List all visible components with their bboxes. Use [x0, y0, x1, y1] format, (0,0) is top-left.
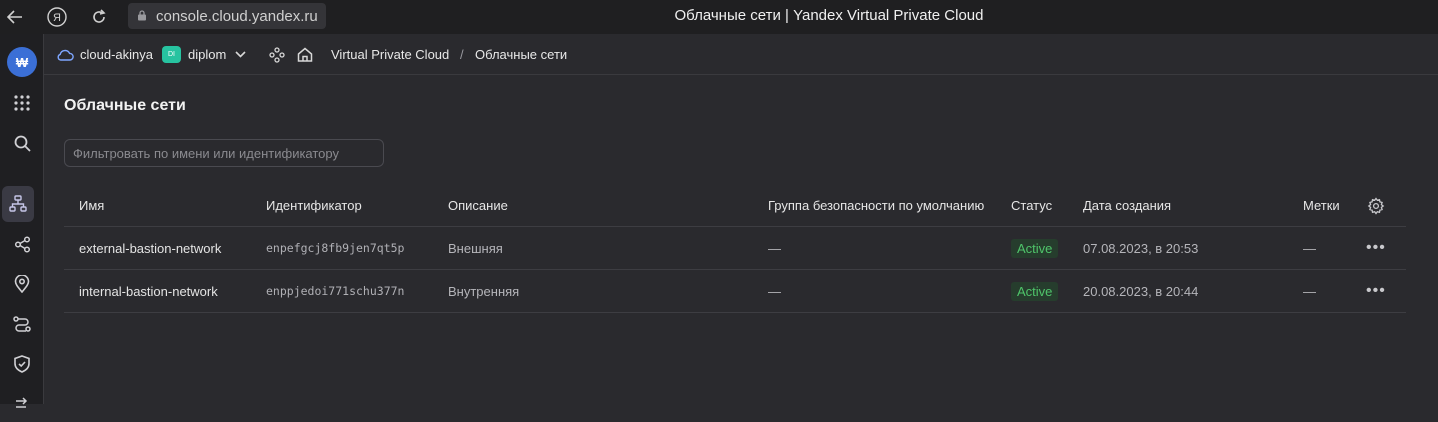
header-bar: cloud-akinya DI diplom Virtual Private C… — [44, 34, 1438, 75]
route-icon[interactable] — [0, 306, 44, 342]
window-title-text: Облачные сети | Yandex Virtual Private C… — [674, 7, 984, 24]
column-header-created[interactable]: Дата создания — [1083, 185, 1171, 226]
logo-icon: ₩ — [7, 47, 37, 77]
cloud-name: cloud-akinya — [80, 47, 153, 62]
sidebar: ₩ — [0, 34, 44, 408]
row-actions-icon[interactable]: ••• — [1366, 227, 1386, 269]
status-badge: Active — [1011, 238, 1059, 258]
filter-input[interactable] — [64, 139, 384, 167]
status-cell: Active — [1011, 270, 1059, 312]
network-security-group: — — [768, 283, 781, 299]
network-id: enpefgcj8fb9jen7qt5p — [266, 241, 405, 255]
network-created: 07.08.2023, в 20:53 — [1083, 240, 1199, 256]
network-labels: — — [1303, 283, 1316, 299]
table-row[interactable]: internal-bastion-network enppjedoi771sch… — [64, 270, 1406, 313]
sidebar-more-icon[interactable] — [0, 386, 44, 422]
status-cell: Active — [1011, 227, 1059, 269]
folder-name: diplom — [188, 47, 227, 62]
network-created: 20.08.2023, в 20:44 — [1083, 283, 1199, 299]
location-icon[interactable] — [0, 266, 44, 302]
table-header: Имя Идентификатор Описание Группа безопа… — [64, 185, 1406, 227]
network-name[interactable]: internal-bastion-network — [79, 270, 218, 312]
column-header-id[interactable]: Идентификатор — [266, 185, 362, 226]
logo-button[interactable]: ₩ — [0, 44, 44, 80]
cloud-selector[interactable]: cloud-akinya — [56, 34, 153, 75]
chevron-down-icon — [235, 51, 246, 58]
grid-icon[interactable] — [0, 85, 44, 121]
table-row[interactable]: external-bastion-network enpefgcj8fb9jen… — [64, 227, 1406, 270]
network-id: enppjedoi771schu377n — [266, 284, 405, 298]
network-icon[interactable] — [2, 186, 34, 222]
column-header-labels[interactable]: Метки — [1303, 185, 1340, 226]
network-name[interactable]: external-bastion-network — [79, 227, 221, 269]
window-title: Облачные сети | Yandex Virtual Private C… — [0, 7, 1438, 24]
column-header-name[interactable]: Имя — [79, 185, 104, 226]
breadcrumb-separator: / — [460, 47, 464, 62]
status-badge: Active — [1011, 281, 1059, 301]
row-actions-icon[interactable]: ••• — [1366, 270, 1386, 312]
networks-table: Имя Идентификатор Описание Группа безопа… — [64, 185, 1406, 313]
network-security-group: — — [768, 240, 781, 256]
home-icon[interactable] — [297, 34, 313, 75]
breadcrumb-current: Облачные сети — [475, 47, 568, 62]
network-labels: — — [1303, 240, 1316, 256]
column-header-security-group[interactable]: Группа безопасности по умолчанию — [768, 185, 984, 226]
folder-badge: DI — [162, 46, 181, 63]
network-description: Внутренняя — [448, 283, 520, 299]
main-content: Облачные сети Имя Идентификатор Описание… — [44, 75, 1438, 404]
column-header-description[interactable]: Описание — [448, 185, 508, 226]
breadcrumb-service[interactable]: Virtual Private Cloud — [331, 34, 449, 75]
gear-icon[interactable] — [1367, 185, 1385, 226]
browser-bar: Я console.cloud.yandex.ru Облачные сети … — [0, 0, 1438, 34]
network-description: Внешняя — [448, 240, 503, 256]
share-icon[interactable] — [0, 226, 44, 262]
column-header-status[interactable]: Статус — [1011, 185, 1052, 226]
shield-icon[interactable] — [0, 346, 44, 382]
page-title: Облачные сети — [64, 97, 186, 114]
folder-selector[interactable]: DI diplom — [162, 34, 246, 75]
search-icon[interactable] — [0, 125, 44, 161]
services-icon[interactable] — [269, 34, 285, 75]
cloud-icon — [57, 49, 74, 61]
